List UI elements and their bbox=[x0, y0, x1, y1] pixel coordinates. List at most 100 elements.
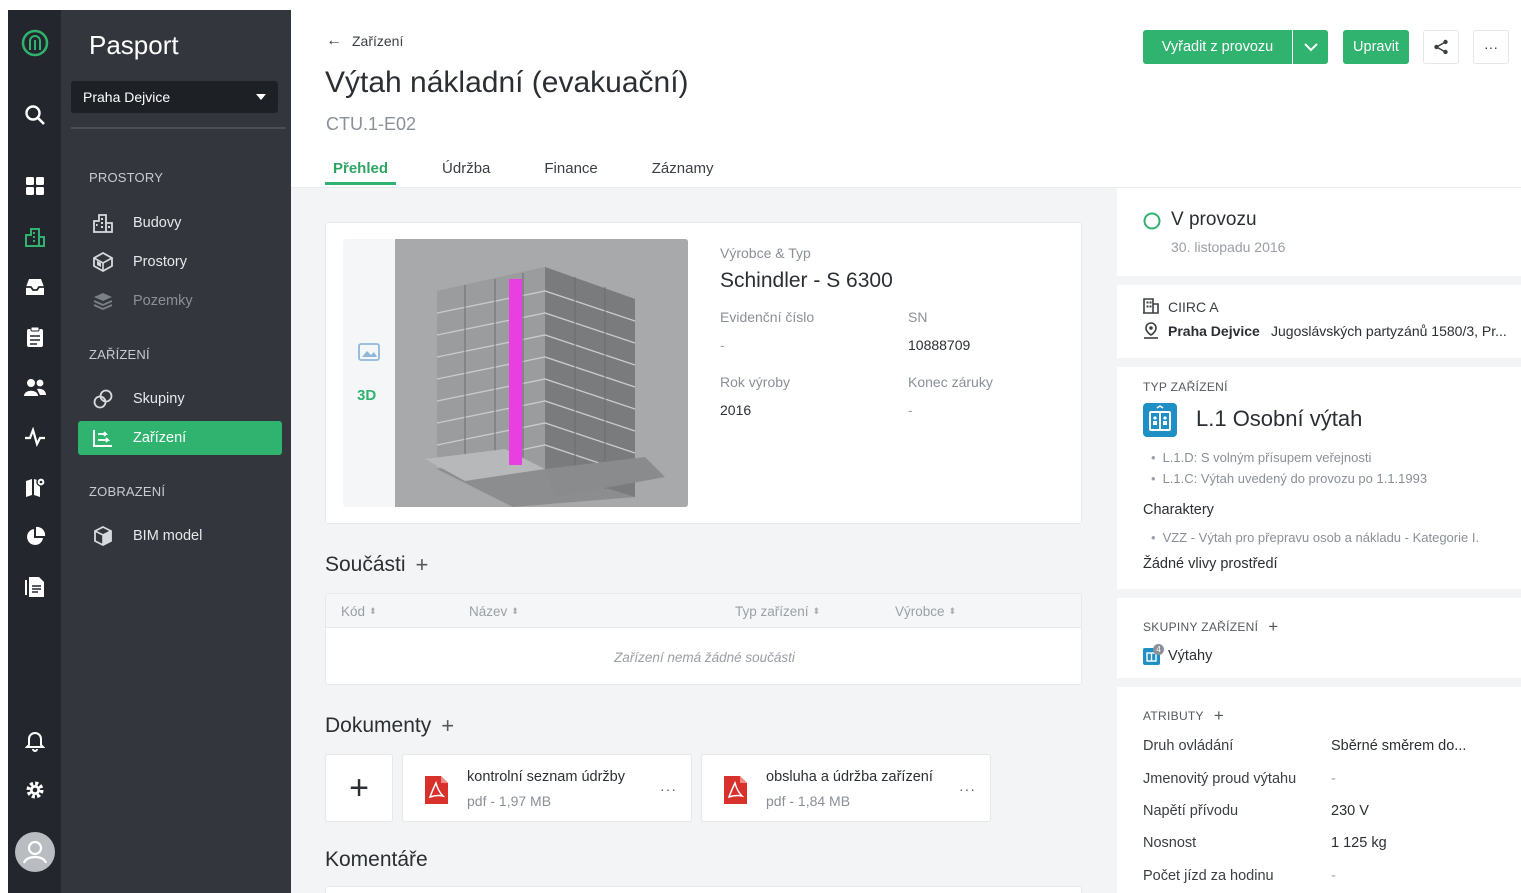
attribute-key: Nosnost bbox=[1143, 835, 1197, 851]
equipment-code: CTU.1-E02 bbox=[326, 114, 417, 134]
view-switcher: 3D bbox=[343, 239, 395, 507]
decommission-dropdown-button[interactable] bbox=[1293, 30, 1328, 64]
column-typ-zarizeni[interactable]: Typ zařízení ⬍ bbox=[735, 594, 820, 628]
group-count-badge: 4 bbox=[1153, 644, 1164, 655]
sidebar-item-label: BIM model bbox=[133, 528, 203, 544]
dashboard-icon[interactable] bbox=[8, 171, 61, 201]
evidence-number-label: Evidenční číslo bbox=[720, 309, 815, 325]
type-bullet: L.1.C: Výtah uvedený do provozu po 1.1.1… bbox=[1151, 471, 1428, 486]
users-icon[interactable] bbox=[8, 372, 61, 402]
buildings-icon[interactable] bbox=[8, 222, 61, 252]
user-avatar[interactable] bbox=[8, 832, 61, 872]
status-label: V provozu bbox=[1171, 209, 1257, 230]
tab-prehled[interactable]: Přehled bbox=[325, 160, 397, 185]
sidebar-item-budovy[interactable]: Budovy bbox=[78, 206, 282, 240]
comments-box[interactable] bbox=[325, 886, 1082, 893]
add-document-icon[interactable]: + bbox=[441, 713, 454, 739]
document-meta: pdf - 1,97 MB bbox=[467, 793, 552, 809]
manufacturer-label: Výrobce & Typ bbox=[720, 245, 811, 261]
documents-title: Dokumenty + bbox=[325, 713, 454, 739]
equipment-icon bbox=[92, 427, 114, 449]
type-title: L.1 Osobní výtah bbox=[1196, 406, 1363, 431]
column-nazev[interactable]: Název ⬍ bbox=[469, 594, 519, 628]
documents-title-text: Dokumenty bbox=[325, 714, 432, 737]
elevator-shaft-highlight bbox=[509, 279, 522, 465]
attributes-section-title: ATRIBUTY + bbox=[1143, 706, 1224, 726]
column-vyrobce[interactable]: Výrobce ⬍ bbox=[895, 594, 956, 628]
sidebar-item-label: Zařízení bbox=[133, 430, 187, 446]
back-arrow-icon[interactable]: ← bbox=[326, 32, 342, 50]
share-icon bbox=[1434, 39, 1448, 55]
building-name[interactable]: CIIRC A bbox=[1168, 299, 1219, 315]
site-address: Jugoslávských partyzánů 1580/3, Pr... bbox=[1271, 323, 1507, 339]
bell-icon[interactable] bbox=[8, 726, 61, 756]
site-name[interactable]: Praha Dejvice bbox=[1168, 323, 1260, 339]
section-zarizeni: ZAŘÍZENÍ bbox=[89, 347, 150, 362]
attributes-box: ATRIBUTY + Druh ovládání Sběrné směrem d… bbox=[1117, 687, 1521, 893]
breadcrumb[interactable]: ← Zařízení bbox=[326, 32, 403, 50]
more-button[interactable]: ··· bbox=[1473, 30, 1509, 64]
map-icon[interactable] bbox=[8, 472, 61, 502]
add-group-icon[interactable]: + bbox=[1268, 617, 1278, 637]
app-logo-icon[interactable] bbox=[8, 28, 61, 58]
group-name[interactable]: Výtahy bbox=[1168, 648, 1212, 664]
evidence-number-value: - bbox=[720, 337, 725, 353]
breadcrumb-label[interactable]: Zařízení bbox=[352, 33, 403, 49]
upload-document-button[interactable]: + bbox=[325, 754, 393, 822]
status-box: V provozu 30. listopadu 2016 bbox=[1117, 188, 1521, 276]
sidebar-item-pozemky[interactable]: Pozemky bbox=[78, 284, 282, 318]
sidebar-item-bim-model[interactable]: BIM model bbox=[78, 519, 282, 553]
decommission-button[interactable]: Vyřadit z provozu bbox=[1143, 30, 1292, 64]
sidebar-divider bbox=[71, 127, 286, 129]
search-icon[interactable] bbox=[8, 100, 61, 130]
characteristics-title: Charaktery bbox=[1143, 502, 1214, 518]
sidebar-item-zarizeni[interactable]: Zařízení bbox=[78, 421, 282, 455]
add-attribute-icon[interactable]: + bbox=[1214, 706, 1224, 726]
location-select[interactable]: Praha Dejvice bbox=[71, 81, 278, 113]
sidebar-item-label: Budovy bbox=[133, 215, 182, 231]
tab-finance[interactable]: Finance bbox=[536, 160, 605, 185]
tab-zaznamy[interactable]: Záznamy bbox=[644, 160, 722, 185]
image-view-icon[interactable] bbox=[358, 343, 380, 366]
column-label: Název bbox=[469, 603, 508, 619]
section-prostory: PROSTORY bbox=[89, 170, 164, 185]
building-3d-render bbox=[395, 239, 688, 507]
view-3d-button[interactable]: 3D bbox=[357, 387, 376, 404]
tab-udrzba[interactable]: Údržba bbox=[434, 160, 498, 185]
comments-title: Komentáře bbox=[325, 848, 428, 872]
main-area: ← Zařízení Výtah nákladní (evakuační) CT… bbox=[291, 10, 1521, 893]
chevron-down-icon bbox=[1303, 42, 1318, 51]
clipboard-icon[interactable] bbox=[8, 322, 61, 352]
document-icon[interactable] bbox=[8, 572, 61, 602]
activity-icon[interactable] bbox=[8, 422, 61, 452]
pdf-file-icon bbox=[724, 776, 747, 804]
document-card[interactable]: kontrolní seznam údržby pdf - 1,97 MB ··… bbox=[402, 754, 692, 822]
production-year-label: Rok výroby bbox=[720, 374, 791, 390]
edit-button[interactable]: Upravit bbox=[1343, 30, 1409, 64]
share-button[interactable] bbox=[1423, 30, 1459, 64]
sidebar-item-label: Prostory bbox=[133, 254, 187, 270]
link-rings-icon bbox=[92, 388, 114, 410]
bim-model-preview[interactable] bbox=[395, 239, 688, 507]
inbox-icon[interactable] bbox=[8, 272, 61, 302]
document-name: kontrolní seznam údržby bbox=[467, 769, 625, 785]
page-header: ← Zařízení Výtah nákladní (evakuační) CT… bbox=[291, 10, 1521, 187]
documents-list: + kontrolní seznam údržby pdf - 1,97 MB … bbox=[325, 754, 1005, 824]
sidebar-item-prostory[interactable]: Prostory bbox=[78, 245, 282, 279]
column-label: Výrobce bbox=[895, 603, 945, 619]
groups-section-title: SKUPINY ZAŘÍZENÍ + bbox=[1143, 617, 1279, 637]
add-component-icon[interactable]: + bbox=[416, 552, 429, 578]
document-more-icon[interactable]: ··· bbox=[959, 781, 976, 797]
sidebar-item-skupiny[interactable]: Skupiny bbox=[78, 382, 282, 416]
column-label: Typ zařízení bbox=[735, 603, 809, 619]
status-date: 30. listopadu 2016 bbox=[1171, 239, 1286, 255]
status-circle-icon bbox=[1143, 212, 1161, 230]
document-card[interactable]: obsluha a údržba zařízení pdf - 1,84 MB … bbox=[701, 754, 991, 822]
pie-chart-icon[interactable] bbox=[8, 522, 61, 552]
settings-gear-icon[interactable] bbox=[8, 775, 61, 805]
floor-plan-icon bbox=[92, 251, 114, 273]
location-select-value: Praha Dejvice bbox=[83, 89, 171, 105]
document-more-icon[interactable]: ··· bbox=[660, 781, 677, 797]
attribute-value: - bbox=[1331, 771, 1336, 787]
column-kod[interactable]: Kód ⬍ bbox=[341, 594, 377, 628]
